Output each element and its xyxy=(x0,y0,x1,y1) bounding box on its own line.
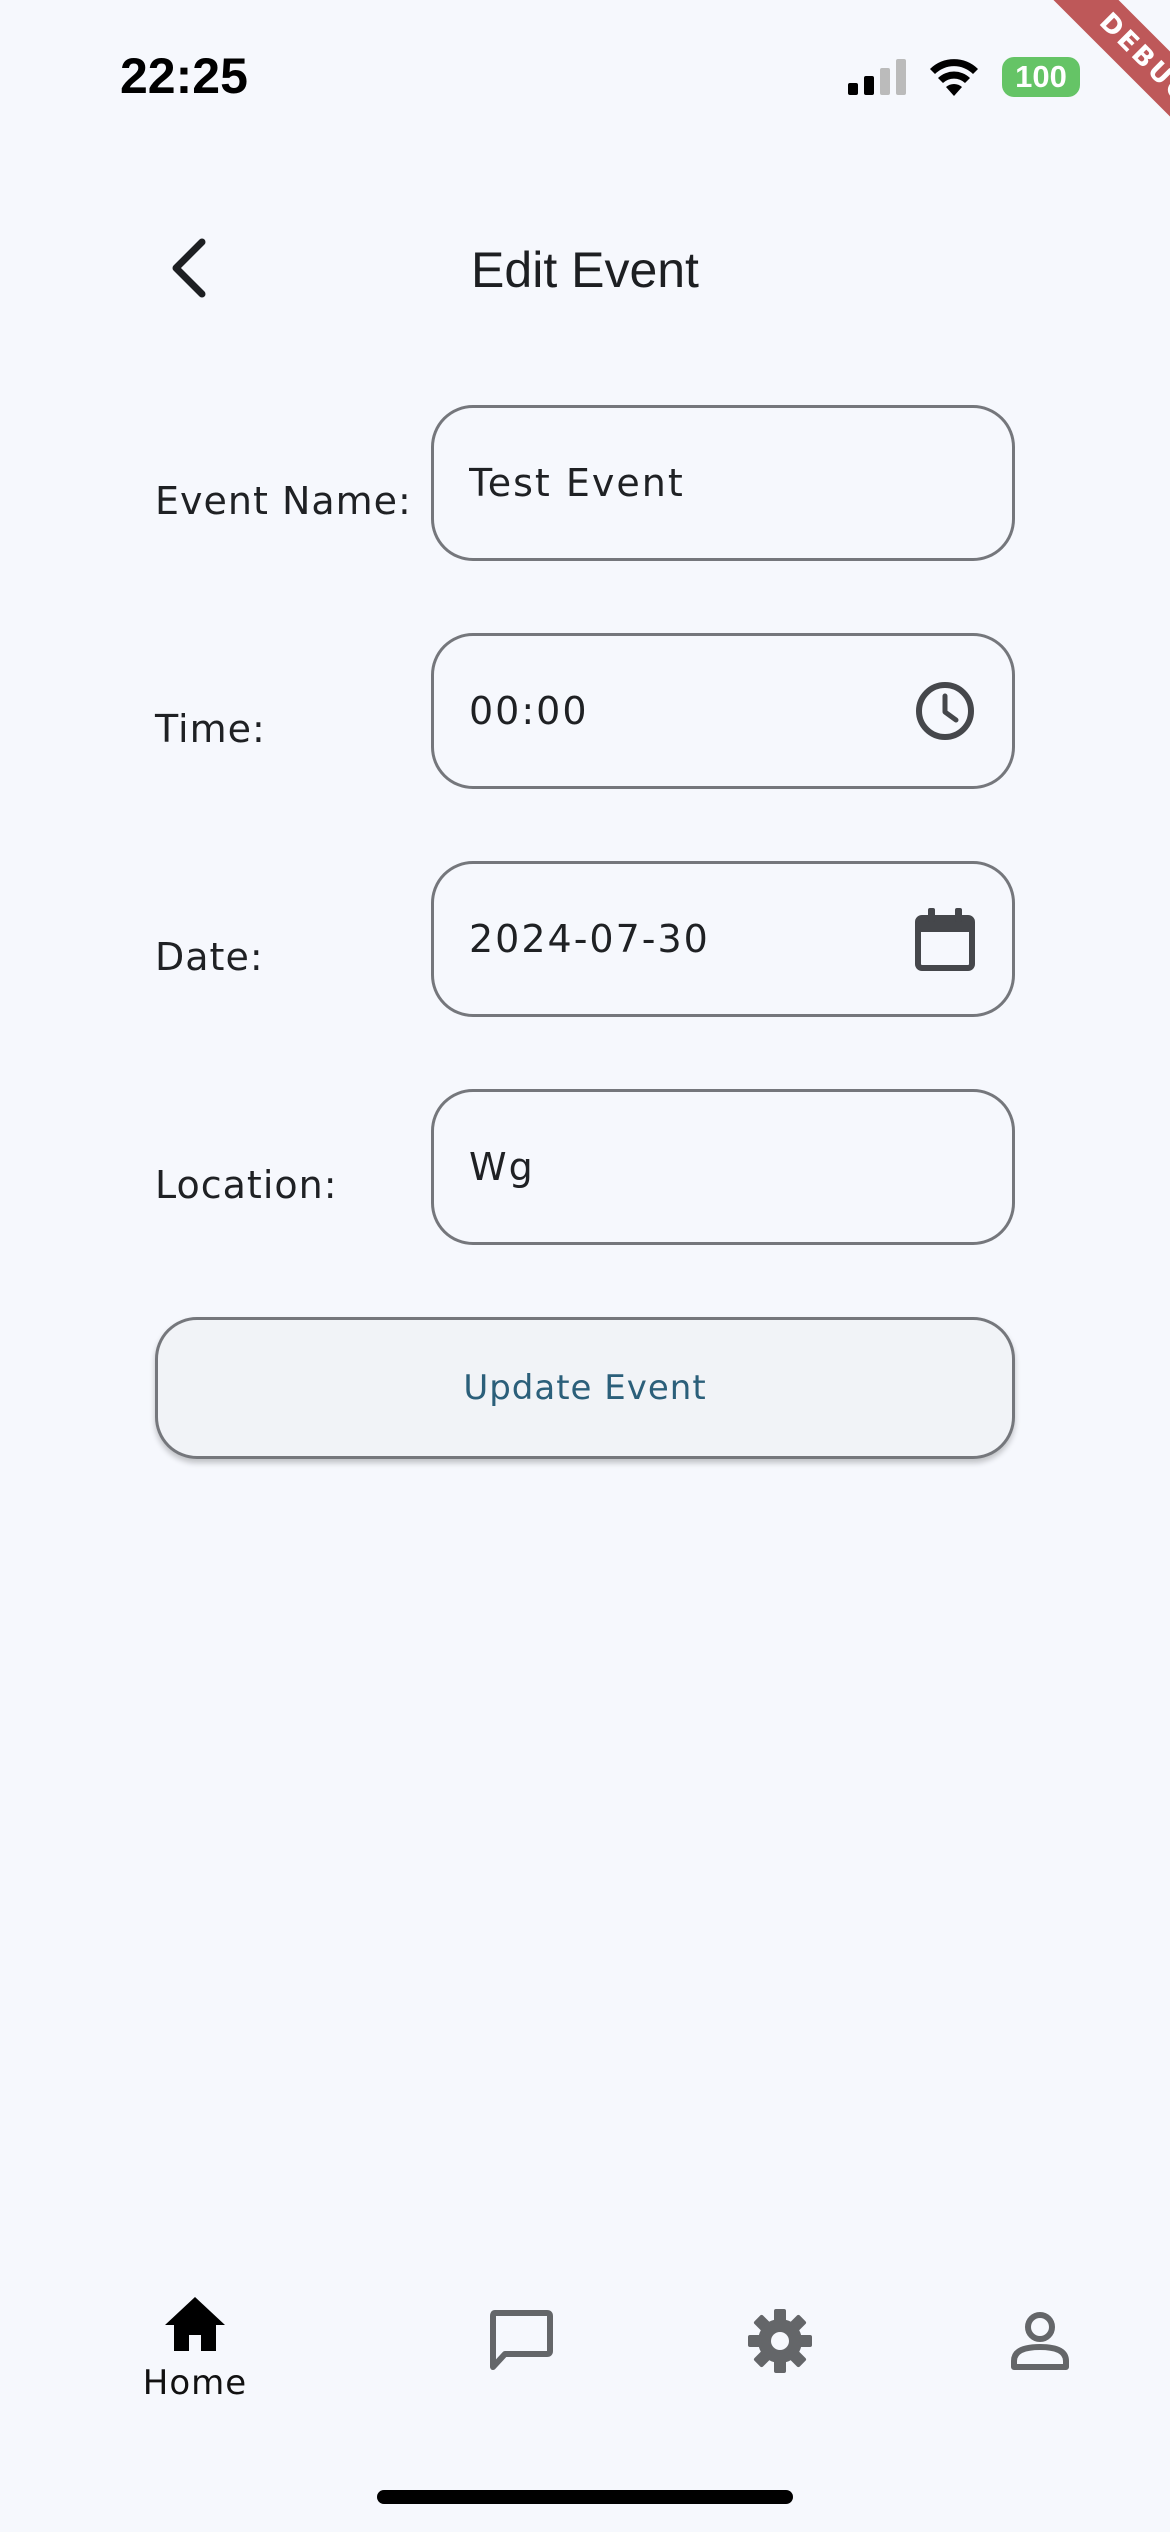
update-event-button[interactable]: Update Event xyxy=(155,1317,1015,1459)
status-time: 22:25 xyxy=(120,48,248,104)
gear-icon xyxy=(746,2307,814,2375)
date-row: Date: xyxy=(155,861,1015,1017)
event-name-label: Event Name: xyxy=(155,479,412,523)
event-name-row: Event Name: xyxy=(155,405,1015,561)
chat-icon xyxy=(487,2307,555,2375)
date-label: Date: xyxy=(155,935,264,979)
debug-banner-area: DEBUG xyxy=(950,0,1170,220)
nav-item-profile[interactable] xyxy=(960,2255,1120,2405)
battery-indicator: 100 xyxy=(1002,57,1080,97)
cell-signal-icon xyxy=(848,59,906,95)
nav-item-home[interactable]: Home xyxy=(115,2255,275,2405)
calendar-icon[interactable] xyxy=(912,906,978,972)
time-input[interactable] xyxy=(434,636,899,786)
nav-item-settings[interactable] xyxy=(700,2255,860,2405)
nav-item-chat[interactable] xyxy=(441,2255,601,2405)
page-title: Edit Event xyxy=(471,242,699,298)
time-label: Time: xyxy=(155,707,266,751)
location-label: Location: xyxy=(155,1163,338,1207)
location-row: Location: xyxy=(155,1089,1015,1245)
home-icon xyxy=(161,2291,229,2359)
location-input[interactable] xyxy=(434,1092,899,1242)
date-input[interactable] xyxy=(434,864,899,1014)
location-field-box[interactable] xyxy=(431,1089,1015,1245)
event-name-input[interactable] xyxy=(434,408,899,558)
time-row: Time: xyxy=(155,633,1015,789)
date-field-box[interactable] xyxy=(431,861,1015,1017)
person-icon xyxy=(1006,2307,1074,2375)
nav-label-home: Home xyxy=(142,2363,248,2403)
event-name-field-box[interactable] xyxy=(431,405,1015,561)
wifi-icon xyxy=(928,58,980,96)
time-field-box[interactable] xyxy=(431,633,1015,789)
status-icons: 100 xyxy=(848,52,1080,102)
home-indicator[interactable] xyxy=(377,2490,793,2504)
bottom-nav: Home xyxy=(0,2255,1170,2405)
clock-icon[interactable] xyxy=(912,678,978,744)
